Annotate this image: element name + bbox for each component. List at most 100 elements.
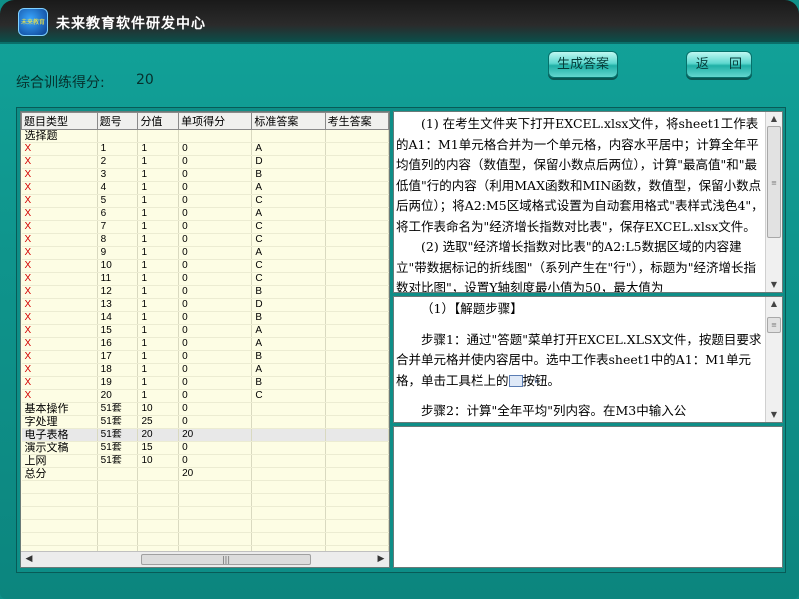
table-cell: 0 [178,181,253,195]
scroll-down-icon[interactable]: ▼ [766,408,782,422]
column-header[interactable]: 考生答案 [324,112,389,130]
table-cell: 0 [178,259,253,273]
table-row[interactable]: X 10 1 0 C [21,259,389,273]
table-cell: X [21,376,98,390]
table-cell: 1 [137,155,180,169]
solution-step-2: 步骤2：计算"全年平均"列内容。在M3中输入公 [421,403,687,418]
scroll-up-icon[interactable]: ▲ [766,112,782,126]
table-row[interactable]: X810C [21,233,389,247]
table-row[interactable]: X 16 1 0 A [21,337,389,351]
table-cell: 1 [137,181,180,195]
table-row[interactable]: X 11 1 0 C [21,272,389,286]
table-row[interactable]: X 19 1 0 B [21,376,389,390]
table-row[interactable]: X 14 1 0 B [21,311,389,325]
scroll-right-icon[interactable]: ▶ [373,552,389,567]
table-cell: 9 [97,246,139,260]
table-cell: 1 [97,142,139,156]
solution-text-panel[interactable]: （1）【解题步骤】 步骤1：通过"答题"菜单打开EXCEL.XLSX文件，按题目… [393,296,783,423]
table-cell: C [251,194,326,208]
back-button[interactable]: 返 回 [686,51,752,78]
table-row[interactable]: X510C [21,194,389,208]
table-row[interactable]: X 13 1 0 D [21,298,389,312]
table-cell: 25 [137,415,180,429]
table-row[interactable]: X 20 1 0 C [21,389,389,403]
table-cell: 0 [178,311,253,325]
empty-cell [21,480,98,494]
scroll-left-icon[interactable]: ◀ [21,552,37,567]
table-cell [251,428,326,442]
table-cell: 0 [178,142,253,156]
question-vertical-scrollbar[interactable]: ▲ ≡ ▼ [765,112,782,292]
table-cell [325,207,389,221]
table-cell: 0 [178,207,253,221]
app-title: 未来教育软件研发中心 [56,16,206,32]
table-cell: 0 [178,350,253,364]
table-cell: X [21,142,98,156]
column-header[interactable]: 题目类型 [21,112,98,130]
table-cell: 18 [97,363,139,377]
table-row[interactable]: X310B [21,168,389,182]
table-cell: 0 [178,155,253,169]
empty-cell [251,532,326,546]
table-row[interactable]: X 12 1 0 B [21,285,389,299]
table-cell: A [251,324,326,338]
question-paragraph-2: (2) 选取"经济增长指数对比表"的A2:L5数据区域的内容建立"带数据标记的折… [396,239,756,293]
scrollbar-thumb[interactable]: ≡ [767,317,781,333]
table-row[interactable]: 字处理 51套 25 0 [21,415,389,429]
table-cell: X [21,233,98,247]
table-cell: 0 [178,298,253,312]
generate-answer-button[interactable]: 生成答案 [548,51,618,78]
table-cell: 0 [178,376,253,390]
table-cell [137,129,180,143]
table-row[interactable]: 演示文稿 51套 15 0 [21,441,389,455]
table-row[interactable]: 选择题 [21,129,389,143]
table-row[interactable]: 上网 51套 10 0 [21,454,389,468]
empty-cell [178,480,253,494]
empty-cell [137,480,180,494]
table-row[interactable]: X910A [21,246,389,260]
table-row[interactable]: X 17 1 0 B [21,350,389,364]
empty-cell [97,480,139,494]
table-cell: C [251,389,326,403]
table-cell: 0 [178,441,253,455]
table-cell [325,155,389,169]
table-row[interactable]: X610A [21,207,389,221]
empty-cell [137,506,180,520]
table-cell [325,285,389,299]
table-row[interactable]: 电子表格 51套 20 20 [21,428,389,442]
question-text-panel[interactable]: (1) 在考生文件夹下打开EXCEL.xlsx文件，将sheet1工作表的A1：… [393,111,783,293]
solution-vertical-scrollbar[interactable]: ▲ ≡ ▼ [765,297,782,422]
table-cell [251,441,326,455]
table-cell [325,363,389,377]
column-header[interactable]: 单项得分 [178,112,253,130]
table-row[interactable]: X210D [21,155,389,169]
empty-cell [21,519,98,533]
horizontal-scrollbar[interactable]: ◀ ||| ▶ [21,551,389,567]
column-header[interactable]: 题号 [96,112,139,130]
scrollbar-thumb[interactable]: ||| [141,554,311,565]
table-cell [325,272,389,286]
table-row[interactable]: 总分 20 [21,467,389,481]
table-cell: 3 [97,168,139,182]
empty-cell [325,480,389,494]
table-row[interactable]: X410A [21,181,389,195]
table-cell: 0 [178,389,253,403]
table-row[interactable]: 基本操作 51套 10 0 [21,402,389,416]
table-cell [325,389,389,403]
table-row[interactable]: X710C [21,220,389,234]
table-row[interactable]: X 15 1 0 A [21,324,389,338]
table-cell: C [251,233,326,247]
table-cell: 4 [97,181,139,195]
scroll-down-icon[interactable]: ▼ [766,278,782,292]
table-cell [325,233,389,247]
table-row[interactable]: X110A [21,142,389,156]
table-cell [251,467,326,481]
table-cell: X [21,272,98,286]
scrollbar-thumb[interactable]: ≡ [767,126,781,238]
column-header[interactable]: 标准答案 [251,112,326,130]
column-header[interactable]: 分值 [137,112,180,130]
table-cell: X [21,181,98,195]
table-cell: X [21,337,98,351]
table-row[interactable]: X 18 1 0 A [21,363,389,377]
scroll-up-icon[interactable]: ▲ [766,297,782,311]
